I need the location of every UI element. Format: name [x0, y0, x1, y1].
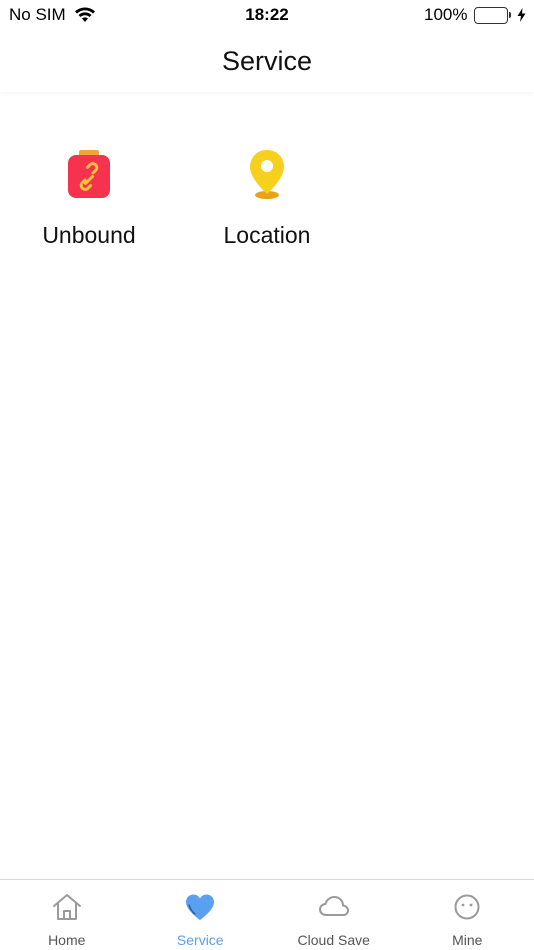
tab-service[interactable]: Service — [134, 880, 268, 950]
tab-cloud-save-label: Cloud Save — [297, 932, 370, 948]
location-button[interactable]: Location — [192, 144, 342, 249]
battery-icon — [473, 6, 511, 24]
tab-service-label: Service — [176, 932, 224, 948]
tab-mine[interactable]: Mine — [401, 880, 534, 950]
location-label: Location — [223, 222, 311, 248]
screen: No SIM 18:22 100% Service Unbound Locati… — [0, 0, 534, 950]
page-title: Service — [221, 46, 313, 76]
tab-mine-label: Mine — [452, 932, 483, 948]
tab-cloud-save[interactable]: Cloud Save — [267, 880, 401, 950]
unbound-button[interactable]: Unbound — [14, 144, 164, 249]
map-pin-icon — [250, 150, 284, 199]
battery-percent: 100% — [424, 5, 468, 24]
navigation-bar: Service — [0, 30, 534, 92]
home-icon — [52, 894, 81, 920]
face-icon — [454, 894, 480, 920]
tab-bar: Home Service Cloud Save Mine — [0, 879, 534, 950]
tab-home-label: Home — [48, 932, 86, 948]
status-bar: No SIM 18:22 100% — [0, 0, 534, 30]
tab-home[interactable]: Home — [0, 880, 134, 950]
link-badge-icon — [68, 150, 110, 198]
unbound-label: Unbound — [42, 222, 136, 248]
charging-bolt-icon — [517, 8, 526, 22]
cloud-icon — [318, 896, 349, 916]
heart-icon — [186, 894, 215, 920]
status-right: 100% — [424, 5, 526, 25]
